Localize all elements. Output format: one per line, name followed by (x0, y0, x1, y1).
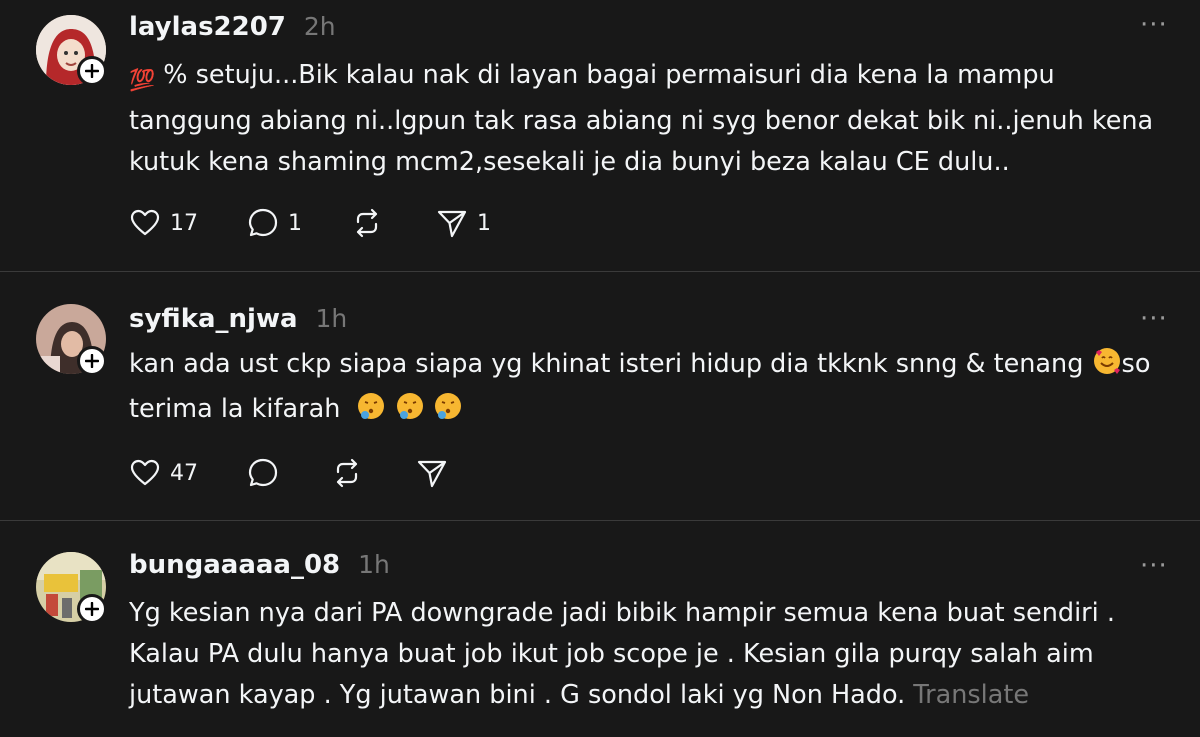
send-icon (437, 210, 467, 238)
share-count: 1 (477, 210, 491, 236)
reply-button[interactable] (246, 455, 330, 491)
repost-icon (336, 458, 358, 488)
post-syfika_njwa: syfika_njwa 1h ··· kan ada ust ckp siapa … (0, 272, 1200, 520)
like-button[interactable]: 47 (128, 455, 246, 491)
follow-button[interactable] (77, 56, 107, 86)
follow-button[interactable] (77, 346, 107, 376)
post-time[interactable]: 1h (316, 304, 348, 333)
post-actions: 47 (128, 455, 485, 491)
translate-link[interactable]: Translate (913, 680, 1029, 710)
send-icon (417, 460, 447, 488)
comment-icon (248, 458, 278, 487)
plus-icon (85, 354, 99, 368)
repost-button[interactable] (330, 455, 415, 491)
heart-icon (130, 459, 160, 486)
username[interactable]: bungaaaaa_08 (129, 550, 340, 580)
post-laylas2207: laylas2207 2h ··· 💯 % setuju...Bik kalau … (0, 0, 1200, 272)
heart-icon (130, 209, 160, 236)
more-icon[interactable]: ··· (1140, 306, 1168, 332)
post-actions: 17 1 1 (128, 205, 505, 241)
face-blowing-kiss-emoji (433, 391, 463, 434)
like-count: 47 (170, 460, 198, 486)
post-text: Yg kesian nya dari PA downgrade jadi bib… (129, 598, 1115, 710)
smiling-face-with-hearts-emoji (1092, 346, 1122, 389)
comment-icon (248, 208, 278, 237)
follow-button[interactable] (77, 594, 107, 624)
username[interactable]: laylas2207 (129, 12, 286, 42)
username-row: bungaaaaa_08 1h (129, 550, 390, 580)
plus-icon (85, 64, 99, 78)
share-button[interactable] (415, 455, 485, 491)
more-icon[interactable]: ··· (1140, 553, 1168, 579)
like-count: 17 (170, 210, 198, 236)
post-time[interactable]: 1h (358, 550, 390, 579)
username-row: syfika_njwa 1h (129, 304, 347, 334)
post-time[interactable]: 2h (304, 12, 336, 41)
username-row: laylas2207 2h (129, 12, 336, 42)
post-text: 💯 % setuju...Bik kalau nak di layan baga… (129, 60, 1154, 177)
post-bungaaaaa_08: bungaaaaa_08 1h ··· Yg kesian nya dari PA… (0, 521, 1200, 737)
username[interactable]: syfika_njwa (129, 304, 298, 334)
repost-icon (356, 208, 378, 238)
share-button[interactable]: 1 (435, 205, 505, 241)
repost-button[interactable] (350, 205, 435, 241)
post-text: kan ada ust ckp siapa siapa yg khinat is… (129, 344, 1179, 434)
face-blowing-kiss-emoji (356, 391, 386, 434)
reply-count: 1 (288, 210, 302, 236)
reply-button[interactable]: 1 (246, 205, 350, 241)
plus-icon (85, 602, 99, 616)
face-blowing-kiss-emoji (395, 391, 425, 434)
like-button[interactable]: 17 (128, 205, 246, 241)
hundred-points-emoji: 💯 (129, 68, 156, 92)
more-icon[interactable]: ··· (1140, 12, 1168, 38)
